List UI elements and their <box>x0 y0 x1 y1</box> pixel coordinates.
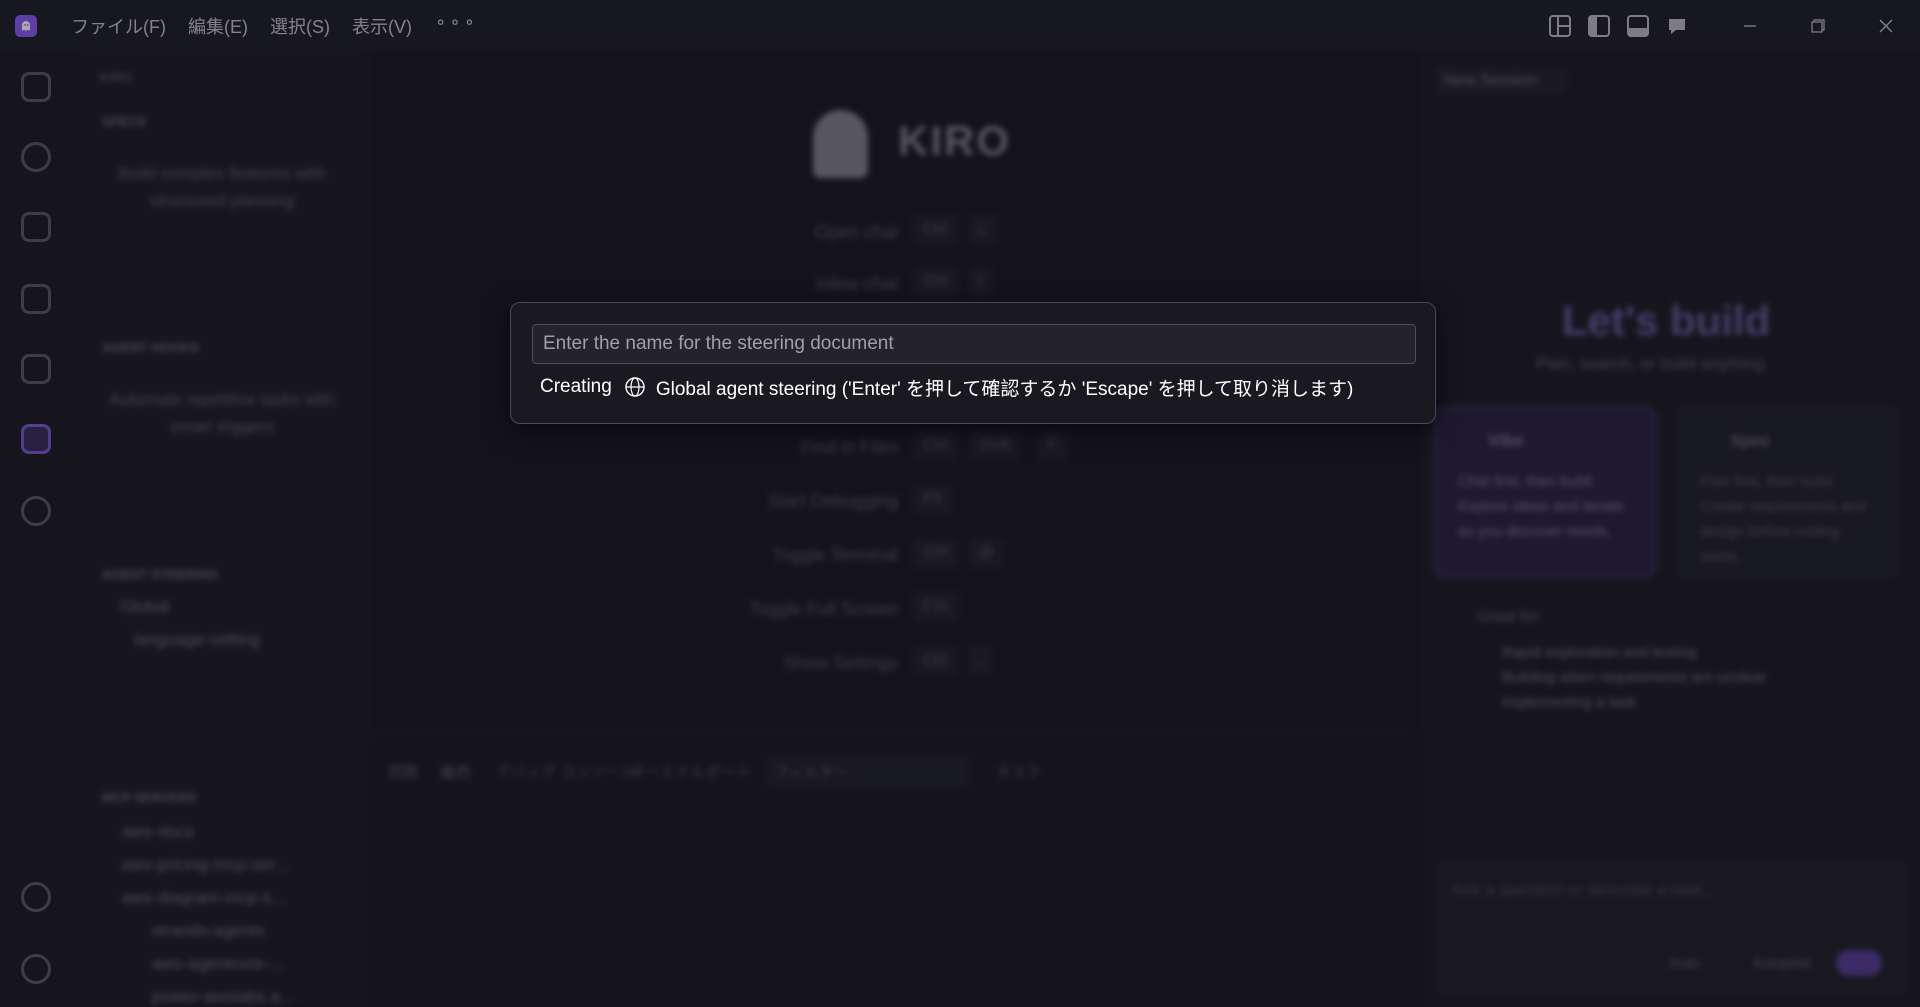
modal-backdrop <box>0 0 1920 1007</box>
quick-input-hint: Global agent steering ('Enter' を押して確認するか… <box>655 378 1354 400</box>
creating-label: Creating <box>540 376 612 397</box>
quick-input-message: Creating Global agent steering ('Enter' … <box>540 373 1353 401</box>
steering-name-input[interactable] <box>532 324 1416 364</box>
kiro-window: ファイル(F) 編集(E) 選択(S) 表示(V) ⚬⚬⚬ KIRO SPECS… <box>0 0 1920 1007</box>
quick-input-dialog: Creating Global agent steering ('Enter' … <box>510 302 1436 424</box>
globe-icon <box>624 376 646 398</box>
